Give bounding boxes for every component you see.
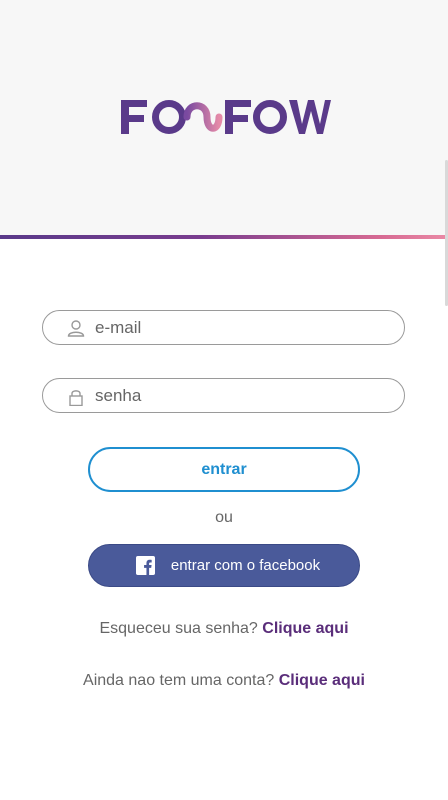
facebook-login-label: entrar com o facebook xyxy=(170,557,321,574)
signup-link[interactable]: Clique aqui xyxy=(279,672,365,689)
lock-icon xyxy=(69,390,83,406)
forgot-password-link[interactable]: Clique aqui xyxy=(262,620,348,637)
password-field[interactable] xyxy=(42,378,405,413)
email-field[interactable] xyxy=(42,310,405,345)
login-button[interactable]: entrar xyxy=(88,447,360,492)
forgot-password-text: Esqueceu sua senha? xyxy=(99,620,258,637)
login-button-label: entrar xyxy=(201,460,247,478)
facebook-login-button[interactable]: entrar com o facebook xyxy=(88,544,360,587)
forgot-password-line: Esqueceu sua senha? Clique aqui xyxy=(0,620,448,638)
foofow-logo xyxy=(121,100,331,134)
signup-text: Ainda nao tem uma conta? xyxy=(83,672,275,689)
signup-line: Ainda nao tem uma conta? Clique aqui xyxy=(0,672,448,690)
user-icon xyxy=(67,320,85,337)
password-input[interactable] xyxy=(95,379,385,412)
or-separator: ou xyxy=(215,509,233,526)
email-input[interactable] xyxy=(95,311,385,344)
header xyxy=(0,0,448,236)
header-divider xyxy=(0,235,448,239)
facebook-icon xyxy=(135,556,155,575)
